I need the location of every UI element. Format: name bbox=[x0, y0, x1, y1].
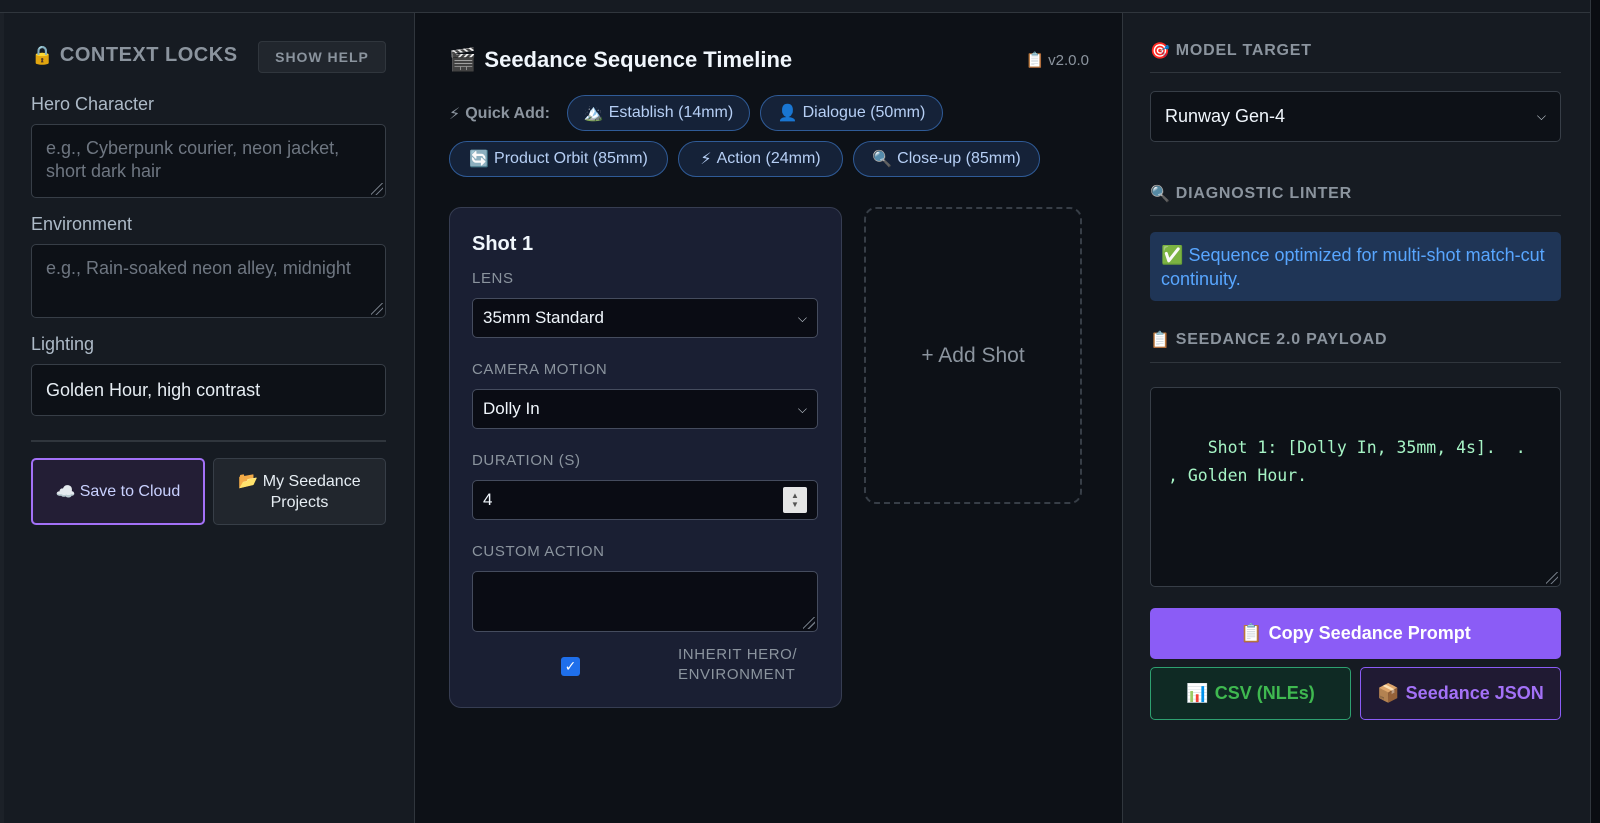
timeline-panel: 🎬 Seedance Sequence Timeline 📋 v2.0.0 ⚡ … bbox=[415, 13, 1123, 823]
lightning-icon: ⚡ bbox=[700, 151, 712, 168]
target-icon: 🎯 bbox=[1150, 43, 1171, 60]
duration-label: DURATION (S) bbox=[472, 452, 581, 469]
preset-action-button[interactable]: ⚡ Action (24mm) bbox=[678, 141, 843, 177]
number-spinner[interactable]: ▲ ▼ bbox=[783, 487, 807, 513]
lightning-icon: ⚡ bbox=[449, 106, 461, 123]
lighting-input[interactable]: Golden Hour, high contrast bbox=[31, 364, 386, 416]
clipboard-icon: 📋 bbox=[1240, 623, 1263, 643]
clipboard-icon: 📋 bbox=[1150, 332, 1171, 349]
cloud-icon: ☁️ bbox=[55, 483, 76, 501]
clipboard-icon: 📋 bbox=[1025, 52, 1045, 69]
add-shot-button[interactable]: + Add Shot bbox=[864, 207, 1082, 504]
inherit-label: INHERIT HERO/ ENVIRONMENT bbox=[678, 646, 798, 683]
model-target-select[interactable]: Runway Gen-4 ⌵ bbox=[1150, 91, 1561, 142]
export-json-button[interactable]: 📦 Seedance JSON bbox=[1360, 667, 1561, 720]
resize-handle-icon[interactable] bbox=[371, 183, 383, 195]
context-locks-panel: 🔒 CONTEXT LOCKS SHOW HELP Hero Character… bbox=[4, 13, 415, 823]
camera-motion-label: CAMERA MOTION bbox=[472, 361, 608, 378]
chevron-down-icon: ⌵ bbox=[797, 401, 807, 416]
diagnostic-linter-title: 🔍 DIAGNOSTIC LINTER bbox=[1150, 185, 1352, 203]
divider bbox=[31, 440, 386, 442]
orbit-icon: 🔄 bbox=[469, 151, 490, 168]
custom-action-input[interactable] bbox=[472, 571, 818, 632]
hero-character-input[interactable]: e.g., Cyberpunk courier, neon jacket, sh… bbox=[31, 124, 386, 198]
magnifier-icon: 🔍 bbox=[872, 151, 893, 168]
environment-placeholder: e.g., Rain-soaked neon alley, midnight bbox=[46, 258, 351, 278]
package-icon: 📦 bbox=[1377, 683, 1400, 703]
hero-character-placeholder: e.g., Cyberpunk courier, neon jacket, sh… bbox=[46, 138, 340, 181]
preset-product-orbit-button[interactable]: 🔄 Product Orbit (85mm) bbox=[449, 141, 668, 177]
payload-title: 📋 SEEDANCE 2.0 PAYLOAD bbox=[1150, 331, 1388, 349]
divider bbox=[1150, 215, 1561, 216]
duration-input[interactable]: 4 ▲ ▼ bbox=[472, 480, 818, 520]
copy-prompt-button[interactable]: 📋 Copy Seedance Prompt bbox=[1150, 608, 1561, 659]
mountain-icon: 🏔️ bbox=[583, 105, 604, 122]
spin-down-icon[interactable]: ▼ bbox=[791, 500, 799, 509]
preset-close-up-button[interactable]: 🔍 Close-up (85mm) bbox=[853, 141, 1040, 177]
export-csv-button[interactable]: 📊 CSV (NLEs) bbox=[1150, 667, 1351, 720]
divider bbox=[1150, 362, 1561, 363]
context-locks-title: 🔒 CONTEXT LOCKS bbox=[31, 44, 238, 66]
camera-motion-select[interactable]: Dolly In ⌵ bbox=[472, 389, 818, 429]
check-mark-icon: ✅ bbox=[1161, 245, 1184, 265]
inherit-checkbox[interactable]: ✓ bbox=[561, 657, 580, 676]
resize-handle-icon[interactable] bbox=[803, 617, 815, 629]
lens-label: LENS bbox=[472, 270, 514, 287]
model-target-title: 🎯 MODEL TARGET bbox=[1150, 42, 1312, 60]
magnifier-icon: 🔍 bbox=[1150, 186, 1171, 203]
resize-handle-icon[interactable] bbox=[1546, 572, 1558, 584]
hero-character-label: Hero Character bbox=[31, 94, 155, 114]
lock-icon: 🔒 bbox=[31, 45, 54, 65]
top-bar bbox=[0, 0, 1600, 13]
divider bbox=[1150, 72, 1561, 73]
shot-title: Shot 1 bbox=[472, 233, 534, 255]
check-icon: ✓ bbox=[564, 658, 577, 674]
preset-dialogue-button[interactable]: 👤 Dialogue (50mm) bbox=[760, 95, 943, 131]
timeline-title: 🎬 Seedance Sequence Timeline bbox=[449, 47, 793, 72]
spin-up-icon[interactable]: ▲ bbox=[791, 491, 799, 500]
chevron-down-icon: ⌵ bbox=[797, 310, 807, 325]
person-icon: 👤 bbox=[777, 105, 798, 122]
lens-select[interactable]: 35mm Standard ⌵ bbox=[472, 298, 818, 338]
save-to-cloud-button[interactable]: ☁️ Save to Cloud bbox=[31, 458, 205, 525]
show-help-button[interactable]: SHOW HELP bbox=[258, 41, 386, 73]
my-projects-button[interactable]: 📂 My Seedance Projects bbox=[213, 458, 386, 525]
clapperboard-icon: 🎬 bbox=[449, 47, 477, 72]
lighting-label: Lighting bbox=[31, 334, 95, 354]
shot-card: Shot 1 LENS 35mm Standard ⌵ CAMERA MOTIO… bbox=[449, 207, 842, 708]
payload-textarea[interactable]: Shot 1: [Dolly In, 35mm, 4s]. . , Golden… bbox=[1150, 387, 1561, 587]
output-panel: 🎯 MODEL TARGET Runway Gen-4 ⌵ 🔍 DIAGNOST… bbox=[1123, 13, 1590, 823]
linter-message: ✅ Sequence optimized for multi-shot matc… bbox=[1150, 232, 1561, 301]
quick-add-label: ⚡ Quick Add: bbox=[449, 105, 550, 123]
folder-icon: 📂 bbox=[238, 472, 259, 490]
scrollbar[interactable] bbox=[1590, 0, 1600, 823]
custom-action-label: CUSTOM ACTION bbox=[472, 543, 605, 560]
bar-chart-icon: 📊 bbox=[1186, 683, 1209, 703]
resize-handle-icon[interactable] bbox=[371, 303, 383, 315]
version-badge: 📋 v2.0.0 bbox=[1025, 51, 1089, 70]
environment-input[interactable]: e.g., Rain-soaked neon alley, midnight bbox=[31, 244, 386, 318]
preset-establish-button[interactable]: 🏔️ Establish (14mm) bbox=[567, 95, 750, 131]
environment-label: Environment bbox=[31, 214, 133, 234]
chevron-down-icon: ⌵ bbox=[1536, 109, 1546, 123]
